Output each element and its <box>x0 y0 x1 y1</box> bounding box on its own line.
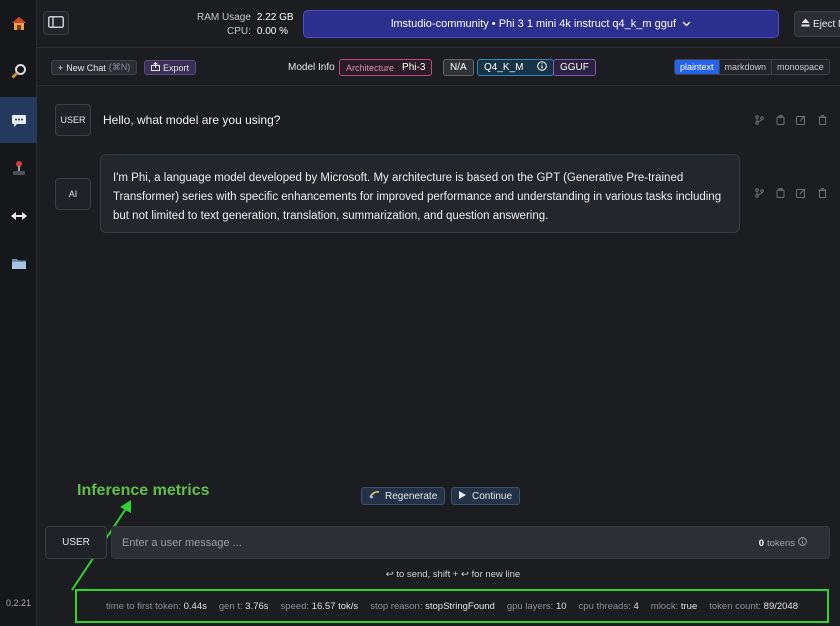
model-selector[interactable]: lmstudio-community • Phi 3 1 mini 4k ins… <box>303 10 779 38</box>
message-input-box[interactable]: 0 tokens <box>111 526 830 559</box>
ai-message-actions <box>754 188 827 198</box>
sidebar-item-home[interactable] <box>0 0 37 46</box>
continue-label: Continue <box>472 490 513 502</box>
token-count-value: 0 <box>758 537 764 549</box>
format-plaintext-button[interactable]: plaintext <box>675 60 720 74</box>
home-icon <box>11 16 27 31</box>
metric-speed: speed: 16.57 tok/s <box>280 600 359 612</box>
panel-toggle-button[interactable] <box>43 11 69 35</box>
model-selector-label: lmstudio-community • Phi 3 1 mini 4k ins… <box>390 18 677 30</box>
delete-icon[interactable] <box>817 115 827 125</box>
sidebar-item-models[interactable] <box>0 240 37 286</box>
edit-icon[interactable] <box>796 188 806 198</box>
token-counter: 0 tokens <box>759 537 807 549</box>
new-chat-label: New Chat <box>66 62 106 73</box>
chevron-down-icon <box>682 18 691 30</box>
ai-role-badge[interactable]: AI <box>55 178 91 210</box>
ram-value: 2.22 GB <box>256 12 294 23</box>
model-info-label: Model Info <box>288 62 335 73</box>
format-monospace-button[interactable]: monospace <box>772 60 829 74</box>
search-icon <box>10 63 27 79</box>
token-count-label: tokens <box>767 537 795 549</box>
quantization-chip[interactable]: Q4_K_M <box>477 59 555 76</box>
branch-icon[interactable] <box>754 115 764 125</box>
app-version: 0.2.21 <box>5 598 32 608</box>
chat-icon <box>11 113 27 128</box>
cpu-label: CPU: <box>227 26 251 37</box>
info-icon[interactable] <box>798 537 807 549</box>
architecture-key: Architecture <box>346 62 395 73</box>
export-icon <box>151 61 160 73</box>
user-message-text: Hello, what model are you using? <box>103 113 281 127</box>
eject-label: Eject M <box>813 18 840 30</box>
user-role-badge[interactable]: USER <box>55 104 91 136</box>
metric-gpu-layers: gpu layers: 10 <box>506 600 567 612</box>
joystick-icon <box>12 160 26 176</box>
chat-toolbar: + New Chat (⌘N) Export Model Info Archit… <box>37 48 840 86</box>
ram-label: RAM Usage <box>197 12 251 23</box>
plus-icon: + <box>58 62 64 73</box>
metric-time-to-first-token: time to first token: 0.44s <box>105 600 207 612</box>
regenerate-label: Regenerate <box>385 490 438 502</box>
resource-usage: RAM Usage 2.22 GB CPU: 0.00 % <box>197 11 295 39</box>
metric-cpu-threads: cpu threads: 4 <box>578 600 639 612</box>
new-chat-shortcut: (⌘N) <box>108 62 131 72</box>
edit-icon[interactable] <box>796 115 806 125</box>
sidebar-item-server[interactable] <box>0 193 37 239</box>
input-role-selector[interactable]: USER <box>45 526 107 559</box>
metric-mlock: mlock: true <box>650 600 698 612</box>
na-chip: N/A <box>443 59 474 76</box>
format-chip: GGUF <box>553 59 596 76</box>
format-markdown-button[interactable]: markdown <box>719 60 773 74</box>
export-button[interactable]: Export <box>144 60 197 75</box>
info-icon[interactable] <box>537 61 548 74</box>
continue-button[interactable]: Continue <box>451 487 521 505</box>
copy-icon[interactable] <box>775 188 785 198</box>
metric-gen-time: gen t: 3.76s <box>218 600 269 612</box>
architecture-chip: Architecture Phi-3 <box>339 59 433 76</box>
architecture-value: Phi-3 <box>402 62 426 73</box>
branch-icon[interactable] <box>754 188 764 198</box>
sidebar-item-playground[interactable] <box>0 145 37 191</box>
quantization-label: Q4_K_M <box>484 62 524 73</box>
regenerate-button[interactable]: Regenerate <box>361 487 446 505</box>
left-sidebar: 0.2.21 <box>0 0 37 626</box>
metric-stop-reason: stop reason: stopStringFound <box>370 600 495 612</box>
cpu-value: 0.00 % <box>256 26 289 37</box>
new-chat-button[interactable]: + New Chat (⌘N) <box>51 60 138 75</box>
regenerate-icon <box>369 490 380 502</box>
user-message-actions <box>754 115 827 125</box>
message-input[interactable] <box>122 535 682 551</box>
eject-model-button[interactable]: Eject M <box>794 11 840 37</box>
send-hint: ↩ to send, shift + ↩ for new line <box>385 569 521 580</box>
eject-icon <box>801 18 810 30</box>
inference-metrics-bar: time to first token: 0.44s gen t: 3.76s … <box>75 589 829 623</box>
top-bar: RAM Usage 2.22 GB CPU: 0.00 % lmstudio-c… <box>37 0 840 48</box>
sidebar-item-search[interactable] <box>0 48 37 94</box>
delete-icon[interactable] <box>817 188 827 198</box>
sidebar-item-chat[interactable] <box>0 97 37 143</box>
text-format-toggle: plaintext markdown monospace <box>674 59 830 75</box>
export-label: Export <box>163 62 190 73</box>
ai-message-bubble: I'm Phi, a language model developed by M… <box>100 154 740 233</box>
copy-icon[interactable] <box>775 115 785 125</box>
inference-metrics-annotation: Inference metrics <box>77 482 210 499</box>
metric-token-count: token count: 89/2048 <box>709 600 798 612</box>
sidebar-toggle-icon <box>48 15 64 31</box>
ai-message-text: I'm Phi, a language model developed by M… <box>113 172 722 222</box>
arrows-icon <box>10 211 27 221</box>
folder-icon <box>11 257 27 270</box>
play-icon <box>459 490 466 502</box>
